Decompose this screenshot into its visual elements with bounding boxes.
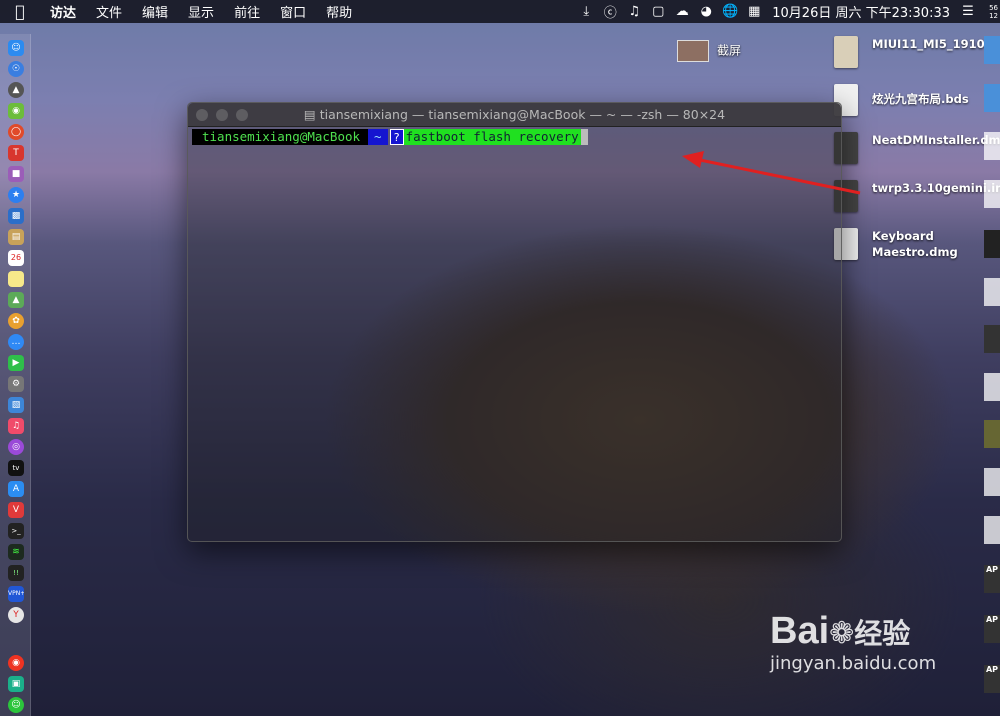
paw-icon: ❁ <box>829 616 855 651</box>
watermark-site: jingyan.baidu.com <box>770 653 937 674</box>
baidu-watermark: Bai❁经验 jingyan.baidu.com <box>770 610 936 674</box>
watermark-logo-cn: 经验 <box>854 617 911 650</box>
annotation-arrow <box>682 151 861 195</box>
arrow-shaft <box>699 158 861 195</box>
arrow-head <box>682 151 704 168</box>
watermark-logo: Bai <box>770 610 830 652</box>
